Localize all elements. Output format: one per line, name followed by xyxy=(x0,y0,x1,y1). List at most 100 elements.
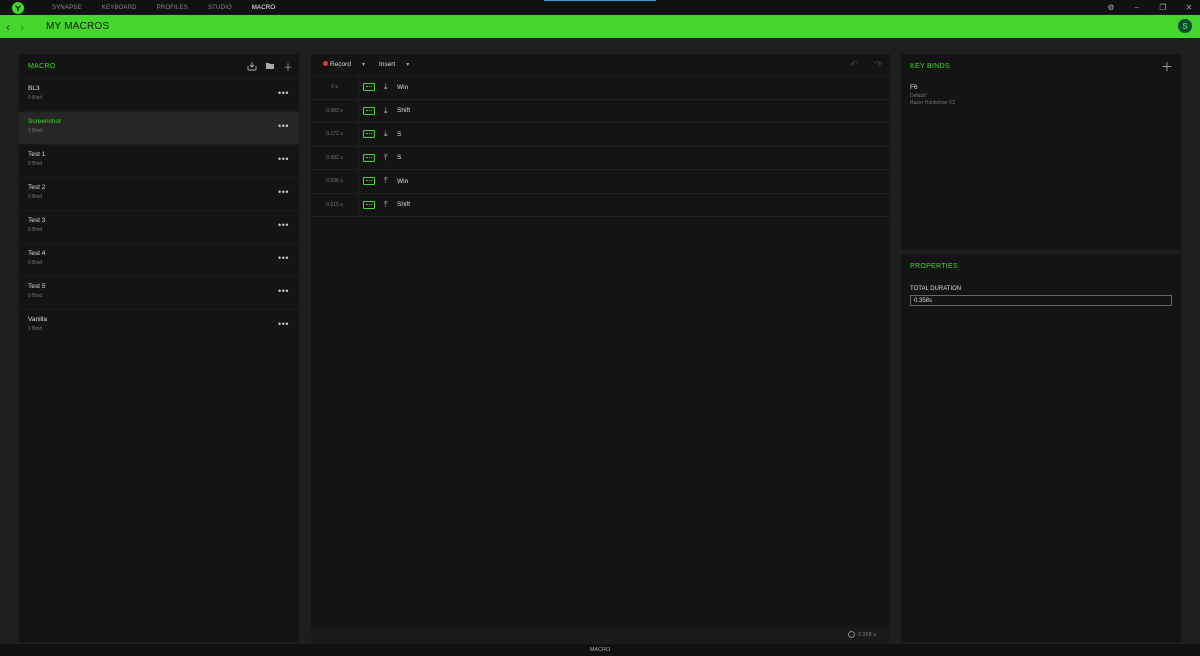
more-options-icon[interactable]: ••• xyxy=(278,253,289,263)
step-delay: 0.015 s xyxy=(311,193,359,216)
clock-icon xyxy=(847,631,855,638)
avatar[interactable]: S xyxy=(1178,19,1192,33)
macro-name: Screenshot xyxy=(28,118,61,125)
record-icon xyxy=(323,61,328,66)
key-bind-item[interactable]: F6 Default Razer Huntsman V2 xyxy=(901,78,1181,112)
macro-binds: 0 Bind xyxy=(28,95,43,101)
macro-step[interactable]: 0.015 s ⤒ Shift xyxy=(311,193,890,217)
step-delay: 0.172 s xyxy=(311,123,359,146)
properties-panel: PROPERTIES TOTAL DURATION 0.358s xyxy=(901,254,1181,642)
forward-arrow-icon[interactable]: › xyxy=(20,20,30,34)
macro-item-test-2[interactable]: Test 2 0 Bind ••• xyxy=(19,177,299,210)
razer-logo-icon[interactable] xyxy=(12,1,24,14)
macro-name: Test 2 xyxy=(28,184,46,191)
macro-item-screenshot[interactable]: Screenshot 1 Bind ••• xyxy=(19,111,299,144)
page-header: ‹ › MY MACROS S xyxy=(0,15,1200,38)
key-binds-title: KEY BINDS xyxy=(910,62,950,70)
bottom-bar: MACRO xyxy=(0,644,1200,656)
editor-toolbar: Record ▾ Insert ▾ ↶ ↷ xyxy=(311,54,890,76)
add-bind-icon[interactable]: ＋ xyxy=(1161,58,1173,75)
macro-item-test-5[interactable]: Test 5 0 Bind ••• xyxy=(19,276,299,309)
settings-icon[interactable]: ⚙ xyxy=(1106,3,1116,12)
insert-button[interactable]: Insert xyxy=(379,61,395,68)
macro-panel-header: MACRO ＋ xyxy=(19,54,299,78)
macro-panel-title: MACRO xyxy=(28,62,56,70)
import-icon[interactable] xyxy=(246,60,258,72)
keyboard-icon xyxy=(363,106,375,115)
key-up-icon: ⤒ xyxy=(384,176,388,186)
macro-binds: 1 Bind xyxy=(28,326,43,332)
minimize-icon[interactable]: – xyxy=(1132,3,1142,12)
insert-dropdown-icon[interactable]: ▾ xyxy=(406,61,409,68)
macro-item-test-3[interactable]: Test 3 0 Bind ••• xyxy=(19,210,299,243)
key-down-icon: ⤓ xyxy=(384,82,388,92)
more-options-icon[interactable]: ••• xyxy=(278,286,289,296)
properties-header: PROPERTIES xyxy=(901,254,1181,278)
more-options-icon[interactable]: ••• xyxy=(278,187,289,197)
close-icon[interactable]: ✕ xyxy=(1184,3,1194,12)
macro-item-test-1[interactable]: Test 1 0 Bind ••• xyxy=(19,144,299,177)
nav-tab-profiles[interactable]: PROFILES xyxy=(147,5,198,11)
bind-profile: Default xyxy=(910,93,926,99)
step-delay: 0 s xyxy=(311,76,359,99)
restore-icon[interactable]: ❐ xyxy=(1158,3,1168,12)
folder-icon[interactable] xyxy=(264,60,276,72)
active-indicator xyxy=(544,0,656,1)
redo-icon[interactable]: ↷ xyxy=(874,59,882,70)
macro-binds: 1 Bind xyxy=(28,128,43,134)
more-options-icon[interactable]: ••• xyxy=(278,154,289,164)
more-options-icon[interactable]: ••• xyxy=(278,88,289,98)
macro-step[interactable]: 0 s ⤓ Win xyxy=(311,76,890,100)
record-dropdown-icon[interactable]: ▾ xyxy=(362,61,365,68)
total-duration-value: 0.358 s xyxy=(857,631,876,638)
step-key: S xyxy=(397,154,402,162)
more-options-icon[interactable]: ••• xyxy=(278,220,289,230)
record-button[interactable]: Record xyxy=(323,61,351,68)
more-options-icon[interactable]: ••• xyxy=(278,319,289,329)
macro-item-vanilla[interactable]: Vanilla 1 Bind ••• xyxy=(19,309,299,342)
add-macro-icon[interactable]: ＋ xyxy=(282,60,294,74)
nav-tab-macro[interactable]: MACRO xyxy=(242,5,285,11)
macro-list: BL3 0 Bind ••• Screenshot 1 Bind ••• Tes… xyxy=(19,78,299,342)
undo-icon[interactable]: ↶ xyxy=(850,59,858,70)
macro-step[interactable]: 0.083 s ⤓ Shift xyxy=(311,99,890,123)
total-duration-label: TOTAL DURATION xyxy=(910,286,962,292)
keyboard-icon xyxy=(363,177,375,186)
macro-name: Test 5 xyxy=(28,283,46,290)
macro-item-test-4[interactable]: Test 4 0 Bind ••• xyxy=(19,243,299,276)
macro-step[interactable]: 0.036 s ⤒ Win xyxy=(311,170,890,194)
window-controls: ⚙ – ❐ ✕ xyxy=(1106,0,1194,15)
more-options-icon[interactable]: ••• xyxy=(278,121,289,131)
macro-editor: Record ▾ Insert ▾ ↶ ↷ 0 s ⤓ Win 0.083 s … xyxy=(311,54,890,642)
nav-tab-studio[interactable]: STUDIO xyxy=(198,5,242,11)
bottom-label: MACRO xyxy=(589,647,611,653)
macro-item-bl3[interactable]: BL3 0 Bind ••• xyxy=(19,78,299,111)
macro-binds: 0 Bind xyxy=(28,227,43,233)
macro-binds: 0 Bind xyxy=(28,260,43,266)
page-title: MY MACROS xyxy=(46,21,110,32)
step-key: S xyxy=(397,130,402,138)
macro-binds: 0 Bind xyxy=(28,161,43,167)
macro-name: Vanilla xyxy=(28,316,48,323)
step-delay: 0.083 s xyxy=(311,99,359,122)
top-nav: SYNAPSE KEYBOARD PROFILES STUDIO MACRO xyxy=(42,5,285,11)
macro-binds: 0 Bind xyxy=(28,194,43,200)
nav-tab-keyboard[interactable]: KEYBOARD xyxy=(92,5,147,11)
step-key: Shift xyxy=(397,201,411,209)
macro-binds: 0 Bind xyxy=(28,293,43,299)
macro-name: BL3 xyxy=(28,85,40,92)
bind-key: F6 xyxy=(910,84,918,91)
macro-step[interactable]: 0.172 s ⤓ S xyxy=(311,123,890,147)
total-duration-field[interactable]: 0.358s xyxy=(910,295,1172,306)
back-arrow-icon[interactable]: ‹ xyxy=(6,20,16,34)
step-key: Win xyxy=(397,83,409,91)
step-key: Shift xyxy=(397,107,411,115)
macro-name: Test 4 xyxy=(28,250,46,257)
bind-device: Razer Huntsman V2 xyxy=(910,100,956,106)
key-up-icon: ⤒ xyxy=(384,152,388,162)
keyboard-icon xyxy=(363,200,375,209)
nav-tab-synapse[interactable]: SYNAPSE xyxy=(42,5,92,11)
key-down-icon: ⤓ xyxy=(384,105,388,115)
step-key: Win xyxy=(397,177,409,185)
macro-step[interactable]: 0.092 s ⤒ S xyxy=(311,146,890,170)
